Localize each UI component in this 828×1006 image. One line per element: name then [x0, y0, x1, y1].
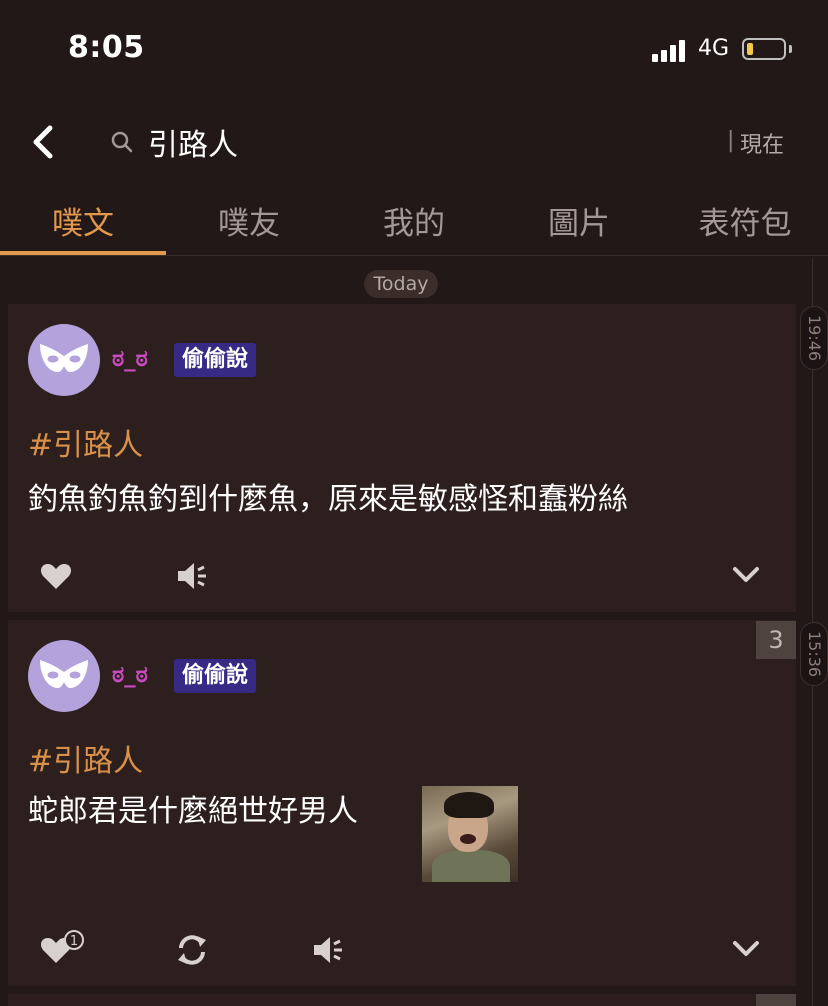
mute-icon[interactable] — [312, 935, 344, 969]
post-image[interactable] — [422, 786, 518, 882]
mute-icon[interactable] — [176, 561, 208, 595]
status-time: 8:05 — [68, 30, 145, 65]
anonymous-tag: 偷偷說 — [174, 343, 257, 377]
timestamp: 15:36 — [800, 622, 828, 687]
back-icon[interactable] — [28, 122, 68, 162]
nickname[interactable]: ಠ_ಠ — [112, 346, 148, 372]
heart-icon[interactable] — [40, 562, 72, 594]
tab-friends[interactable]: 噗友 — [166, 198, 332, 243]
timestamp: 19:46 — [800, 306, 828, 371]
post-text: 蛇郎君是什麼絕世好男人 — [28, 794, 358, 829]
avatar[interactable] — [28, 324, 100, 396]
like-count: 1 — [64, 930, 84, 950]
search-icon[interactable] — [110, 130, 134, 154]
post-card[interactable] — [8, 994, 796, 1006]
tab-images[interactable]: 圖片 — [496, 198, 662, 243]
response-count-badge: 3 — [756, 621, 796, 659]
sort-selector[interactable]: 現在 — [740, 127, 784, 159]
chevron-down-icon[interactable] — [732, 566, 760, 588]
separator: | — [727, 128, 735, 153]
network-label: 4G — [698, 36, 730, 61]
hashtag-link[interactable]: #引路人 — [28, 420, 143, 464]
signal-icon — [652, 40, 688, 62]
nickname[interactable]: ಠ_ಠ — [112, 662, 148, 688]
tab-emoticons[interactable]: 表符包 — [662, 198, 828, 243]
mask-icon — [40, 344, 88, 372]
tab-mine[interactable]: 我的 — [331, 198, 497, 243]
battery-tip — [789, 45, 792, 53]
date-label: Today — [364, 270, 438, 298]
hashtag-link[interactable]: #引路人 — [28, 736, 143, 780]
avatar[interactable] — [28, 640, 100, 712]
tab-posts[interactable]: 噗文 — [0, 198, 166, 243]
replurk-icon[interactable] — [176, 934, 208, 970]
anonymous-tag: 偷偷說 — [174, 659, 257, 693]
response-count-badge — [756, 994, 796, 1006]
battery-icon — [742, 38, 786, 60]
post-text: 釣魚釣魚釣到什麼魚，原來是敏感怪和蠢粉絲 — [28, 482, 628, 517]
search-input[interactable]: 引路人 — [148, 120, 238, 164]
divider — [0, 255, 828, 256]
chevron-down-icon[interactable] — [732, 940, 760, 962]
mask-icon — [40, 660, 88, 688]
